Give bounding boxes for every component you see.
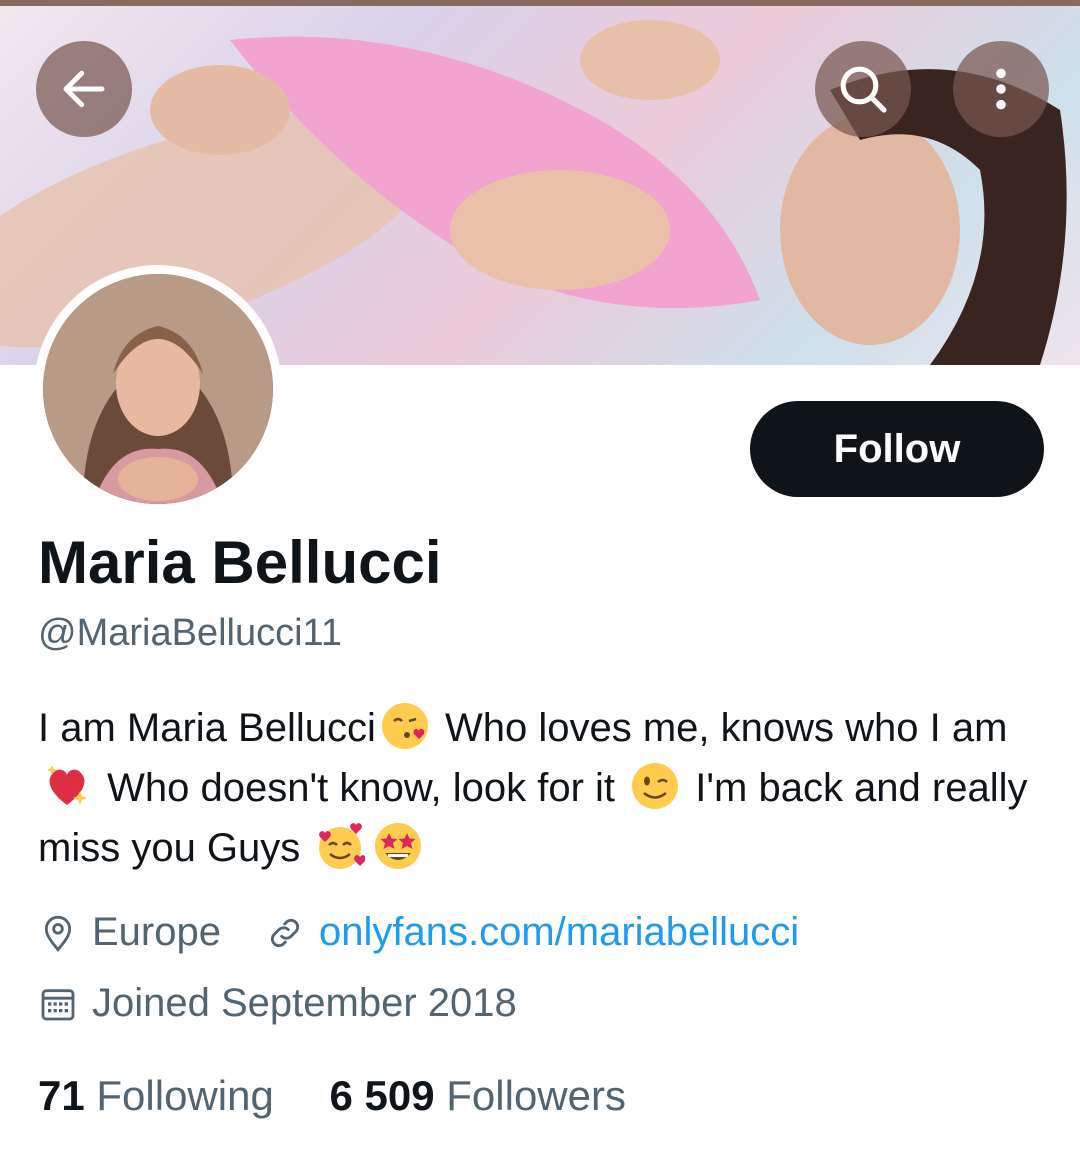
avatar-image bbox=[43, 274, 273, 504]
calendar-icon bbox=[38, 984, 78, 1024]
follow-button[interactable]: Follow bbox=[750, 401, 1044, 497]
followers-count: 6 509 bbox=[329, 1072, 435, 1119]
smiling-face-with-hearts-icon bbox=[319, 823, 366, 869]
link-icon bbox=[265, 913, 305, 953]
profile-stats: 71 Following 6 509 Followers bbox=[38, 1072, 626, 1120]
avatar-ring[interactable] bbox=[34, 265, 282, 513]
back-button[interactable] bbox=[36, 41, 132, 137]
more-vertical-icon bbox=[996, 68, 1006, 110]
followers-link[interactable]: 6 509 Followers bbox=[329, 1072, 626, 1119]
followers-label: Followers bbox=[446, 1072, 626, 1119]
profile-name: Maria Bellucci bbox=[38, 529, 442, 596]
winking-face-icon bbox=[632, 763, 679, 809]
website-link[interactable]: onlyfans.com/mariabellucci bbox=[319, 910, 799, 955]
profile-bio: I am Maria Bellucci Who loves me, knows … bbox=[38, 698, 1048, 878]
sparkling-heart-icon bbox=[47, 765, 87, 805]
following-count: 71 bbox=[38, 1072, 85, 1119]
avatar bbox=[43, 274, 273, 504]
following-link[interactable]: 71 Following bbox=[38, 1072, 274, 1119]
bio-text-3: Who doesn't know, look for it bbox=[107, 766, 616, 810]
location-pin-icon bbox=[38, 913, 78, 953]
following-label: Following bbox=[96, 1072, 274, 1119]
profile-meta-location-row: Europe onlyfans.com/mariabellucci bbox=[38, 910, 799, 955]
joined-text: Joined September 2018 bbox=[92, 981, 517, 1025]
bio-text-2: Who loves me, knows who I am bbox=[445, 706, 1008, 750]
bio-text-1: I am Maria Bellucci bbox=[38, 706, 376, 750]
search-button[interactable] bbox=[815, 41, 911, 137]
star-struck-icon bbox=[375, 823, 422, 869]
location-text: Europe bbox=[92, 910, 221, 954]
arrow-left-icon bbox=[63, 70, 105, 108]
profile-handle: @MariaBellucci11 bbox=[38, 612, 342, 654]
face-blowing-kiss-icon bbox=[381, 703, 428, 749]
search-icon bbox=[840, 66, 887, 113]
profile-meta-joined-row: Joined September 2018 bbox=[38, 981, 517, 1026]
more-button[interactable] bbox=[953, 41, 1049, 137]
